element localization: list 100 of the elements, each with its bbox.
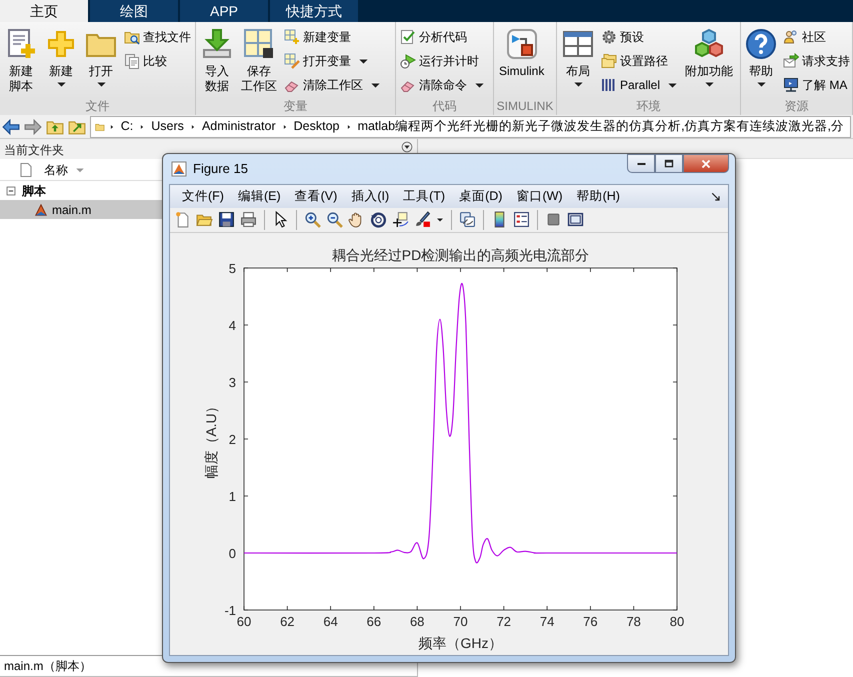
ribbon-tab[interactable]: 主页 <box>0 0 88 22</box>
path-segment[interactable]: Desktop <box>292 117 342 136</box>
gear-icon <box>601 29 617 45</box>
panel-menu-icon[interactable] <box>401 141 413 153</box>
ribbon-button[interactable]: 清除命令 <box>399 74 486 96</box>
tick-label: 72 <box>496 614 512 629</box>
menu-item[interactable]: 查看(V) <box>288 186 344 206</box>
ribbon-button[interactable]: 新建变量 <box>283 26 382 48</box>
plus-icon <box>45 28 77 60</box>
ribbon-button[interactable]: 分析代码 <box>399 26 486 48</box>
group-label: 文件 <box>0 97 195 115</box>
cubes-icon <box>693 28 726 60</box>
group-label: 变量 <box>196 97 395 115</box>
ribbon-button[interactable]: 附加功能 <box>683 22 736 97</box>
caret-icon[interactable] <box>436 216 444 224</box>
save-icon[interactable] <box>218 211 235 228</box>
path-segment[interactable]: C: <box>118 117 136 136</box>
figure-logo-icon <box>171 161 187 177</box>
file-icon <box>18 162 34 178</box>
tick-label: 66 <box>366 614 382 629</box>
ribbon-button[interactable]: 设置路径 <box>600 50 680 72</box>
column-header[interactable]: 名称 <box>44 160 68 178</box>
menu-item[interactable]: 桌面(D) <box>453 186 508 206</box>
ribbon-button[interactable]: 新建 <box>43 22 79 97</box>
new-document-icon[interactable] <box>174 211 191 228</box>
script-file-icon <box>34 202 48 216</box>
axis-label: 幅度（A.U） <box>203 399 219 479</box>
minimize-button[interactable] <box>627 154 655 173</box>
ribbon-tab[interactable]: APP <box>180 0 268 22</box>
folder-label[interactable]: 脚本 <box>22 182 46 200</box>
maximize-button[interactable] <box>655 154 683 173</box>
menu-item[interactable]: 帮助(H) <box>570 186 626 206</box>
tick-label: 4 <box>228 318 236 333</box>
menu-item[interactable]: 文件(F) <box>176 186 230 206</box>
tick-label: 3 <box>228 375 236 390</box>
group-label: 环境 <box>557 97 740 115</box>
folder-search-icon <box>124 29 140 45</box>
tick-label: 0 <box>228 546 236 561</box>
play-clock-icon <box>400 53 416 69</box>
tick-label: 60 <box>236 614 252 629</box>
menu-item[interactable]: 窗口(W) <box>510 186 569 206</box>
ribbon-button[interactable]: 请求支持 <box>782 50 851 72</box>
download-arrow-icon <box>201 28 233 60</box>
file-name: main.m <box>52 202 92 218</box>
address-bar[interactable]: C: Users Administrator Desktop matlab编程两个光纤光栅的新光子微波发生器的仿真分析,仿真方案有连续波激光器,分 <box>90 116 851 138</box>
link-icon[interactable] <box>459 211 476 228</box>
tick-label: 78 <box>626 614 641 629</box>
path-segment[interactable]: Administrator <box>200 117 278 136</box>
tick-label: 1 <box>228 489 236 504</box>
expander-icon[interactable] <box>4 184 18 198</box>
ribbon-button[interactable]: 运行并计时 <box>399 50 486 72</box>
ribbon-button[interactable]: 布局 <box>560 22 596 97</box>
printer-icon[interactable] <box>240 211 257 228</box>
ribbon-button[interactable]: Parallel <box>600 74 680 96</box>
tick-label: 70 <box>453 614 468 629</box>
panel-title: 当前文件夹 <box>4 142 64 159</box>
plot-box-icon[interactable] <box>567 211 584 228</box>
window-title: Figure 15 <box>193 160 248 178</box>
ribbon-tab[interactable]: 快捷方式 <box>270 0 358 22</box>
table-plus-icon <box>284 29 300 45</box>
mail-arrow-icon <box>783 53 799 69</box>
ribbon-button[interactable]: 导入 数据 <box>199 22 235 97</box>
path-segment[interactable]: matlab编程两个光纤光栅的新光子微波发生器的仿真分析,仿真方案有连续波激光器,分 <box>356 117 846 136</box>
monitor-icon <box>783 77 799 93</box>
path-segment[interactable]: Users <box>149 117 186 136</box>
tick-label: -1 <box>224 603 236 618</box>
rotate-icon[interactable] <box>370 211 387 228</box>
ribbon-button[interactable]: 预设 <box>600 26 680 48</box>
zoom-in-icon[interactable] <box>304 211 321 228</box>
ribbon-tab[interactable]: 绘图 <box>90 0 178 22</box>
ribbon-button[interactable]: 打开 <box>83 22 119 97</box>
ribbon-button[interactable]: 比较 <box>123 50 192 72</box>
ribbon-button[interactable]: 保存 工作区 <box>239 22 279 97</box>
ribbon-button[interactable]: Simulink <box>497 22 546 97</box>
zoom-out-icon[interactable] <box>326 211 343 228</box>
back-arrow-icon[interactable] <box>2 118 20 136</box>
ribbon-button[interactable]: 清除工作区 <box>283 74 382 96</box>
checklist-icon <box>400 29 416 45</box>
tick-label: 5 <box>228 261 236 276</box>
ribbon-button[interactable]: 查找文件 <box>123 26 192 48</box>
menu-item[interactable]: 编辑(E) <box>232 186 287 206</box>
close-button[interactable] <box>683 154 729 173</box>
tick-label: 62 <box>280 614 295 629</box>
brush-icon[interactable] <box>414 211 431 228</box>
legend-icon[interactable] <box>513 211 530 228</box>
dock-icon[interactable] <box>710 191 722 204</box>
data-cursor-icon[interactable] <box>392 211 409 228</box>
ribbon-button[interactable]: 打开变量 <box>283 50 382 72</box>
file-details: main.m（脚本） <box>4 658 92 675</box>
tick-label: 2 <box>228 432 236 447</box>
menu-item[interactable]: 插入(I) <box>345 186 396 206</box>
menu-item[interactable]: 工具(T) <box>397 186 452 206</box>
forward-arrow-icon[interactable] <box>24 118 42 136</box>
ribbon-button[interactable]: 新建 脚本 <box>3 22 39 97</box>
ribbon-button[interactable]: 了解 MA <box>782 74 851 96</box>
layout-icon <box>562 28 594 60</box>
ribbon-button[interactable]: 社区 <box>782 26 851 48</box>
square-icon[interactable] <box>545 211 562 228</box>
group-label: 资源 <box>741 97 852 115</box>
ribbon-button[interactable]: 帮助 <box>744 22 778 97</box>
